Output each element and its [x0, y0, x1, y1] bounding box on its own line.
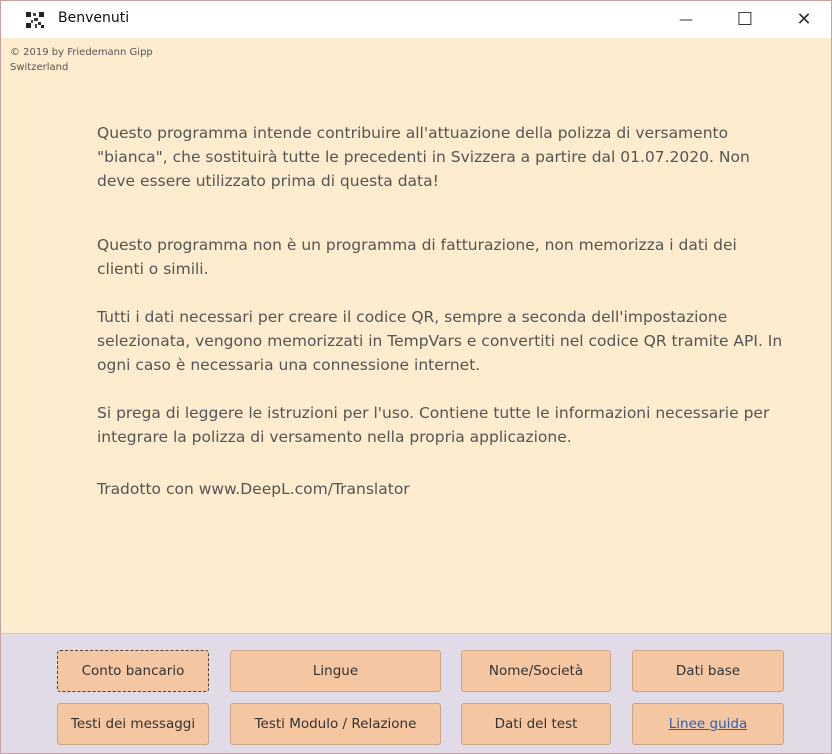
bank-account-label: Conto bancario: [81, 663, 185, 679]
message-texts-button[interactable]: Testi dei messaggi: [57, 703, 209, 745]
translation-credit: Tradotto con www.DeepL.com/Translator: [97, 480, 410, 498]
welcome-window: Benvenuti — ☐ ✕ © 2019 by Friedemann Gip…: [0, 0, 832, 754]
test-data-label: Dati del test: [494, 716, 578, 732]
base-data-button[interactable]: Dati base: [632, 650, 784, 692]
bank-account-button[interactable]: Conto bancario: [57, 650, 209, 692]
company-name-button[interactable]: Nome/Società: [461, 650, 611, 692]
billing-note-paragraph: Questo programma non è un programma di f…: [97, 236, 737, 278]
copyright-text: © 2019 by Friedemann Gipp: [10, 47, 153, 58]
guidelines-button[interactable]: Linee guida: [632, 703, 784, 745]
qr-data-paragraph: Tutti i dati necessari per creare il cod…: [97, 308, 783, 374]
form-report-texts-label: Testi Modulo / Relazione: [254, 716, 417, 732]
base-data-label: Dati base: [675, 663, 741, 679]
test-data-button[interactable]: Dati del test: [461, 703, 611, 745]
languages-button[interactable]: Lingue: [230, 650, 441, 692]
languages-label: Lingue: [312, 663, 359, 679]
intro-paragraph: Questo programma intende contribuire all…: [97, 124, 750, 190]
company-name-label: Nome/Società: [488, 663, 584, 679]
minimize-icon: —: [679, 11, 693, 28]
location-text: Switzerland: [10, 62, 69, 73]
copyright-block: © 2019 by Friedemann Gipp Switzerland: [10, 45, 153, 75]
app-icon: [25, 11, 45, 29]
minimize-button[interactable]: —: [663, 1, 709, 38]
guidelines-link[interactable]: Linee guida: [669, 716, 747, 732]
close-icon: ✕: [796, 9, 812, 30]
message-texts-label: Testi dei messaggi: [70, 716, 196, 732]
title-bar[interactable]: Benvenuti — ☐ ✕: [1, 1, 831, 38]
maximize-icon: ☐: [736, 9, 754, 30]
maximize-button[interactable]: ☐: [722, 1, 768, 38]
instructions-paragraph: Si prega di leggere le istruzioni per l'…: [97, 404, 770, 446]
window-title: Benvenuti: [58, 10, 130, 26]
close-button[interactable]: ✕: [781, 1, 827, 38]
form-report-texts-button[interactable]: Testi Modulo / Relazione: [230, 703, 441, 745]
